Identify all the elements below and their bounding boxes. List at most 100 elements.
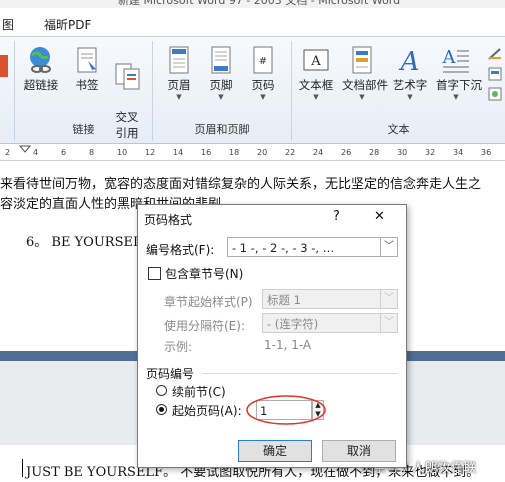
text-box-icon: A — [303, 49, 329, 71]
include-chapter-checkbox[interactable] — [148, 267, 161, 280]
quick-parts-icon — [352, 46, 372, 74]
bookmark-button[interactable]: 书签 — [67, 45, 107, 93]
hyperlink-label: 超链接 — [23, 78, 59, 92]
ruler-tick-label: 26 — [341, 148, 352, 157]
quick-parts-dropdown-icon: ▼ — [359, 93, 365, 101]
text-cursor — [22, 459, 23, 477]
menu-item-insert[interactable]: 图 — [2, 16, 14, 33]
ruler-tick-label: 36 — [481, 148, 492, 157]
text-group-small-icons — [488, 47, 504, 101]
number-format-value: - 1 -, - 2 -, - 3 -, … — [232, 241, 335, 255]
drop-cap-dropdown-icon: ▼ — [453, 93, 459, 101]
page-number-button[interactable]: # 页码 ▼ — [243, 45, 283, 101]
ruler-tick-label: 4 — [33, 148, 39, 157]
page-number-icon: # — [253, 46, 273, 74]
ribbon: 超链接 书签 交叉 引用 链接 页眉 ▼ 页脚 ▼ # 页码 ▼ 页眉和页脚 A… — [0, 37, 505, 144]
bookmark-label: 书签 — [75, 78, 99, 92]
ruler-tick-label: 16 — [201, 148, 212, 157]
page-number-dropdown-icon: ▼ — [260, 93, 266, 101]
text-box-label: 文本框 — [298, 78, 334, 92]
ruler-tick-label: 6 — [61, 148, 67, 157]
text-box-dropdown-icon: ▼ — [313, 93, 319, 101]
page-number-format-dialog: 页码格式 ? ✕ 编号格式(F): - 1 -, - 2 -, - 3 -, …… — [137, 204, 407, 468]
chapter-style-value: 标题 1 — [267, 293, 301, 307]
ribbon-group-header-footer: 页眉 ▼ 页脚 ▼ # 页码 ▼ 页眉和页脚 — [153, 41, 292, 141]
ruler-tick-label: 14 — [173, 148, 184, 157]
separator-select[interactable]: - (连字符) ﹀ — [262, 313, 398, 333]
wordart-button[interactable]: A 艺术字 ▼ — [390, 45, 430, 101]
horizontal-ruler[interactable]: 2 4 6 8 10 12 14 16 18 20 22 24 26 28 30 32 34 36 — [0, 144, 505, 161]
svg-text:A: A — [310, 54, 321, 69]
chapter-style-label: 章节起始样式(P) — [164, 295, 253, 309]
ruler-tick-label: 22 — [285, 148, 296, 157]
ruler-tick-label: 8 — [89, 148, 95, 157]
ribbon-group-links: 超链接 书签 交叉 引用 链接 — [15, 41, 153, 141]
ruler-tick-label: 20 — [257, 148, 268, 157]
indent-marker-icon[interactable] — [19, 145, 31, 157]
help-button[interactable]: ? — [333, 209, 340, 224]
ruler-tick-label: 32 — [425, 148, 436, 157]
object-icon[interactable] — [488, 87, 502, 101]
ruler-tick-label: 2 — [5, 148, 11, 157]
footer-label: 页脚 — [209, 78, 233, 92]
ruler-tick-label: 24 — [313, 148, 324, 157]
separator-label: 使用分隔符(E): — [164, 319, 245, 333]
links-group-label: 链接 — [72, 123, 95, 136]
highlight-oval-annotation — [246, 395, 326, 425]
close-button[interactable]: ✕ — [374, 209, 385, 224]
svg-text:A: A — [399, 47, 420, 75]
chapter-style-select[interactable]: 标题 1 ﹀ — [262, 289, 398, 309]
cross-reference-icon — [115, 63, 140, 90]
chevron-down-icon: ﹀ — [380, 238, 397, 256]
header-button[interactable]: 页眉 ▼ — [159, 45, 199, 101]
text-group-label: 文本 — [387, 123, 410, 136]
clipped-icon — [0, 55, 8, 77]
header-icon — [169, 46, 189, 74]
header-label: 页眉 — [167, 78, 191, 92]
menu-item-foxit-pdf[interactable]: 福昕PDF — [44, 16, 91, 33]
document-line-1: 来看待世间万物，宽容的态度面对错综复杂的人际关系，无比坚定的信念奔走人生之 — [0, 177, 482, 192]
drop-cap-button[interactable]: A 首字下沉 ▼ — [436, 45, 482, 101]
number-format-label: 编号格式(F): — [146, 243, 215, 257]
ruler-tick-label: 18 — [229, 148, 240, 157]
signature-line-icon[interactable] — [488, 47, 502, 61]
page-numbering-divider — [202, 373, 398, 374]
hyperlink-button[interactable]: 超链接 — [21, 45, 61, 93]
footer-button[interactable]: 页脚 ▼ — [201, 45, 241, 101]
page-number-label: 页码 — [251, 78, 275, 92]
globe-link-icon — [30, 47, 51, 73]
separator-value: - (连字符) — [267, 317, 319, 331]
cross-reference-button[interactable]: 交叉 引用 — [107, 45, 147, 157]
chevron-down-icon: ﹀ — [380, 314, 397, 332]
ok-button[interactable]: 确定 — [238, 440, 312, 462]
quick-parts-label: 文档部件 — [342, 78, 388, 92]
drop-cap-icon: A — [442, 47, 469, 73]
ruler-tick-label: 28 — [369, 148, 380, 157]
continue-from-previous-label: 续前节(C) — [172, 385, 226, 399]
text-box-button[interactable]: A 文本框 ▼ — [296, 45, 336, 101]
example-value: 1-1, 1-A — [264, 338, 312, 352]
page-numbering-group-label: 页码编号 — [146, 367, 195, 381]
dialog-title: 页码格式 — [144, 213, 193, 227]
continue-from-previous-radio[interactable] — [156, 385, 167, 396]
window-title: 新建 Microsoft Word 97 - 2003 文档 - Microso… — [118, 0, 401, 7]
include-chapter-label: 包含章节号(N) — [165, 267, 244, 281]
ribbon-group-text: A 文本框 ▼ 文档部件 ▼ A 艺术字 ▼ A 首字下沉 ▼ 文本 — [292, 41, 505, 141]
quick-parts-button[interactable]: 文档部件 ▼ — [342, 45, 388, 101]
header-footer-group-label: 页眉和页脚 — [194, 123, 250, 136]
footer-icon — [211, 46, 231, 74]
footer-dropdown-icon: ▼ — [218, 93, 224, 101]
start-at-radio[interactable] — [156, 404, 167, 415]
start-at-label: 起始页码(A): — [172, 404, 242, 418]
ruler-tick-label: 12 — [145, 148, 156, 157]
svg-text:A: A — [442, 47, 457, 68]
cancel-button[interactable]: 取消 — [322, 440, 396, 462]
ribbon-group-clipped — [0, 41, 15, 141]
wordart-label: 艺术字 — [392, 78, 428, 92]
ruler-tick-label: 34 — [453, 148, 464, 157]
number-format-select[interactable]: - 1 -, - 2 -, - 3 -, … ﹀ — [227, 237, 398, 257]
header-dropdown-icon: ▼ — [176, 93, 182, 101]
example-label: 示例: — [164, 340, 193, 354]
bookmark-icon — [77, 47, 97, 73]
date-time-icon[interactable] — [488, 67, 502, 81]
